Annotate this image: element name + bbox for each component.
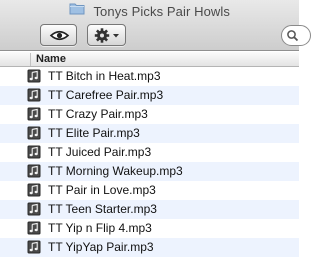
file-row[interactable]: TT Pair in Love.mp3 <box>0 181 299 200</box>
file-row[interactable]: TT YipYap Pair.mp3 <box>0 238 299 257</box>
file-row[interactable]: TT Teen Starter.mp3 <box>0 200 299 219</box>
search-icon <box>287 30 299 42</box>
window-toolbar: Tonys Picks Pair Howls <box>0 0 311 51</box>
file-row[interactable]: TT Elite Pair.mp3 <box>0 124 299 143</box>
file-list: TT Bitch in Heat.mp3 TT Carefree Pair.mp3… <box>0 67 299 278</box>
file-name: TT Teen Starter.mp3 <box>48 202 157 216</box>
file-row[interactable]: TT Juiced Pair.mp3 <box>0 143 299 162</box>
audio-file-icon <box>27 240 41 259</box>
column-header-name[interactable]: Name <box>36 53 66 65</box>
file-name: TT Pair in Love.mp3 <box>48 183 156 197</box>
eye-icon <box>49 30 70 41</box>
file-row[interactable]: TT Morning Wakeup.mp3 <box>0 162 299 181</box>
file-row[interactable]: TT Crazy Pair.mp3 <box>0 105 299 124</box>
file-name: TT Crazy Pair.mp3 <box>48 107 148 121</box>
gear-icon <box>94 28 119 43</box>
file-row[interactable]: TT Bitch in Heat.mp3 <box>0 67 299 86</box>
action-menu-button[interactable] <box>87 24 126 46</box>
file-row[interactable]: TT Yip n Flip 4.mp3 <box>0 219 299 238</box>
file-name: TT Yip n Flip 4.mp3 <box>48 221 152 235</box>
file-name: TT Elite Pair.mp3 <box>48 126 140 140</box>
file-name: TT YipYap Pair.mp3 <box>48 240 154 254</box>
file-name: TT Bitch in Heat.mp3 <box>48 69 161 83</box>
window-title: Tonys Picks Pair Howls <box>93 3 231 19</box>
header-divider <box>30 53 31 66</box>
file-name: TT Juiced Pair.mp3 <box>48 145 152 159</box>
quick-look-button[interactable] <box>40 24 77 46</box>
folder-icon <box>69 2 85 20</box>
list-header: Name <box>0 52 299 67</box>
search-field[interactable] <box>281 25 311 46</box>
file-name: TT Morning Wakeup.mp3 <box>48 164 183 178</box>
triangle-down-icon <box>113 34 119 38</box>
file-row[interactable]: TT Carefree Pair.mp3 <box>0 86 299 105</box>
file-name: TT Carefree Pair.mp3 <box>48 88 164 102</box>
window-title-bar: Tonys Picks Pair Howls <box>0 2 299 20</box>
